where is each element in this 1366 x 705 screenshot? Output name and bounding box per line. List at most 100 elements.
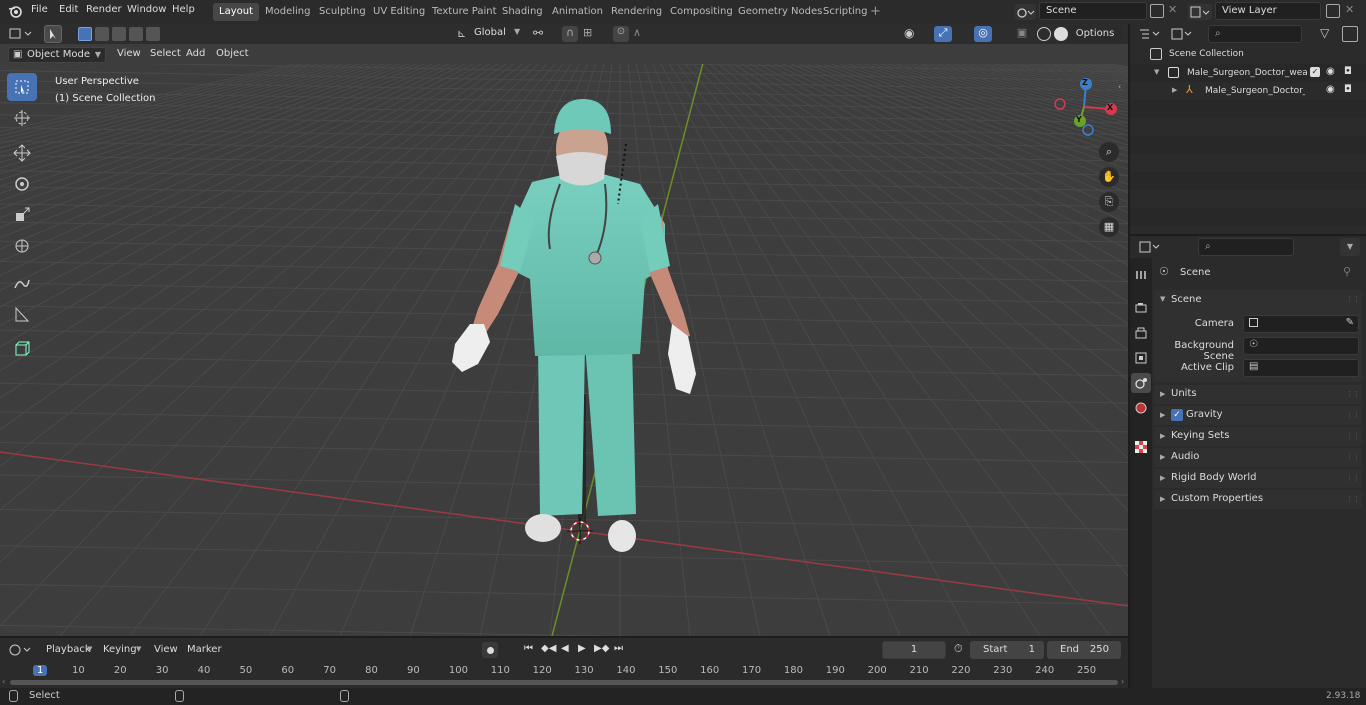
panel-rigid-body-world[interactable]: ▶ Rigid Body World ⋮⋮ bbox=[1154, 469, 1362, 488]
sidebar-toggle-icon[interactable]: ‹ bbox=[1118, 82, 1121, 91]
eyedropper-icon[interactable]: ✎ bbox=[1346, 317, 1354, 328]
menu-render[interactable]: Render bbox=[86, 4, 122, 15]
timeline-menu-view[interactable]: View bbox=[154, 644, 178, 655]
tab-texture-paint[interactable]: Texture Paint bbox=[426, 3, 503, 21]
view-layer-properties-tab-icon[interactable] bbox=[1131, 348, 1151, 368]
select-mode-intersect-icon[interactable] bbox=[146, 27, 160, 41]
timeline-scroll-left-icon[interactable]: ‹ bbox=[2, 677, 5, 686]
record-keyframe-icon[interactable] bbox=[482, 642, 498, 658]
current-frame-field[interactable]: 1 bbox=[882, 641, 946, 659]
gizmo-x-label[interactable]: X bbox=[1107, 103, 1113, 112]
render-properties-tab-icon[interactable] bbox=[1131, 298, 1151, 318]
scene-close-icon[interactable]: ✕ bbox=[1168, 3, 1177, 16]
drag-handle-icon[interactable]: ⋮⋮ bbox=[1346, 390, 1360, 398]
play-reverse-icon[interactable]: ◀ bbox=[561, 643, 569, 654]
tool-cursor-icon[interactable] bbox=[7, 104, 37, 132]
start-frame-field[interactable]: Start 1 bbox=[970, 641, 1044, 659]
snap-icon[interactable]: ∩ bbox=[562, 26, 578, 42]
new-collection-icon[interactable] bbox=[1342, 26, 1358, 42]
scene-properties-tab-icon[interactable] bbox=[1131, 373, 1151, 393]
view-layer-name-field[interactable]: View Layer bbox=[1215, 2, 1321, 20]
proportional-edit-icon[interactable]: ⊙ bbox=[613, 26, 629, 42]
menu-help[interactable]: Help bbox=[172, 4, 195, 15]
active-clip-field[interactable]: ▤ bbox=[1243, 359, 1359, 377]
scene-name-field[interactable]: Scene bbox=[1039, 2, 1147, 20]
zoom-icon[interactable]: ⌕ bbox=[1099, 142, 1119, 162]
editor-type-icon[interactable] bbox=[8, 26, 36, 42]
scene-collection-label[interactable]: Scene Collection bbox=[1169, 49, 1244, 59]
viewport-menu-add[interactable]: Add bbox=[186, 48, 205, 59]
tab-sculpting[interactable]: Sculpting bbox=[313, 3, 372, 21]
play-icon[interactable]: ▶ bbox=[578, 643, 586, 654]
object-label[interactable]: Male_Surgeon_Doctor_w bbox=[1205, 86, 1305, 96]
overlay-toggle-icon[interactable]: ◎ bbox=[974, 26, 992, 42]
jump-end-icon[interactable]: ⏭ bbox=[614, 643, 623, 654]
tab-shading[interactable]: Shading bbox=[496, 3, 549, 21]
shading-solid-icon[interactable] bbox=[1054, 27, 1068, 41]
gizmo-z-label[interactable]: Z bbox=[1082, 78, 1088, 87]
falloff-icon[interactable]: ∧ bbox=[633, 26, 641, 39]
drag-handle-icon[interactable]: ⋮⋮ bbox=[1346, 474, 1360, 482]
viewport-menu-object[interactable]: Object bbox=[216, 48, 249, 59]
stopwatch-icon[interactable]: ⏱ bbox=[954, 642, 963, 656]
tab-modeling[interactable]: Modeling bbox=[259, 3, 317, 21]
collection-render-icon[interactable]: ◘ bbox=[1344, 66, 1352, 77]
tool-select-box-icon[interactable] bbox=[7, 73, 37, 101]
object-mode-dropdown[interactable]: ▣ Object Mode ▼ bbox=[8, 47, 106, 63]
gizmo-y-label[interactable]: Y bbox=[1076, 115, 1082, 124]
tool-properties-tab-icon[interactable] bbox=[1131, 265, 1151, 285]
select-mode-subtract-icon[interactable] bbox=[112, 27, 126, 41]
panel-keying-sets[interactable]: ▶ Keying Sets ⋮⋮ bbox=[1154, 427, 1362, 446]
tab-animation[interactable]: Animation bbox=[546, 3, 609, 21]
drag-handle-icon[interactable]: ⋮⋮ bbox=[1346, 295, 1360, 303]
menu-file[interactable]: File bbox=[31, 4, 48, 15]
outliner-search-input[interactable]: ⌕ bbox=[1208, 25, 1302, 43]
shading-wireframe-icon[interactable] bbox=[1037, 27, 1051, 41]
collection-include-checkbox[interactable]: ✓ bbox=[1310, 67, 1320, 77]
timeline-ruler[interactable]: 1 10 20 30 40 50 60 70 80 90 100 110 120 130 140 150 160… bbox=[0, 662, 1128, 682]
jump-start-icon[interactable]: ⏮ bbox=[524, 643, 533, 654]
transform-orientation-icon[interactable]: ⊾ bbox=[457, 27, 466, 40]
camera-field[interactable]: ✎ bbox=[1243, 315, 1359, 333]
tab-rendering[interactable]: Rendering bbox=[605, 3, 668, 21]
tool-annotate-icon[interactable] bbox=[7, 269, 37, 297]
display-mode-icon[interactable] bbox=[1170, 26, 1196, 42]
properties-search-input[interactable]: ⌕ bbox=[1198, 238, 1294, 256]
select-tool-icon[interactable] bbox=[44, 25, 62, 43]
texture-properties-tab-icon[interactable] bbox=[1131, 437, 1151, 457]
timeline-menu-marker[interactable]: Marker bbox=[187, 644, 222, 655]
world-properties-tab-icon[interactable] bbox=[1131, 398, 1151, 418]
pin-icon[interactable]: ⚲ bbox=[1343, 265, 1351, 278]
options-dropdown[interactable]: Options bbox=[1068, 25, 1122, 43]
filter-icon[interactable]: ▽ bbox=[1320, 26, 1329, 40]
expand-collection-icon[interactable]: ▼ bbox=[1154, 68, 1159, 76]
tool-rotate-icon[interactable] bbox=[7, 170, 37, 198]
tool-measure-icon[interactable] bbox=[7, 300, 37, 328]
output-properties-tab-icon[interactable] bbox=[1131, 323, 1151, 343]
object-render-icon[interactable]: ◘ bbox=[1344, 84, 1352, 95]
select-mode-new-icon[interactable] bbox=[78, 27, 92, 41]
collection-visibility-icon[interactable]: ◉ bbox=[1326, 66, 1335, 77]
select-mode-extend-icon[interactable] bbox=[95, 27, 109, 41]
tool-transform-icon[interactable] bbox=[7, 232, 37, 260]
timeline-scroll-right-icon[interactable]: › bbox=[1121, 677, 1124, 686]
select-mode-invert-icon[interactable] bbox=[129, 27, 143, 41]
jump-keyframe-forward-icon[interactable]: ▶◆ bbox=[594, 643, 609, 654]
visibility-icon[interactable]: ◉ bbox=[904, 26, 914, 40]
outliner-editor-type-icon[interactable] bbox=[1138, 26, 1164, 42]
gravity-checkbox[interactable]: ✓ bbox=[1171, 409, 1183, 421]
panel-units[interactable]: ▶ Units ⋮⋮ bbox=[1154, 385, 1362, 404]
timeline-editor-type-icon[interactable] bbox=[8, 642, 36, 658]
scene-copy-icon[interactable] bbox=[1150, 4, 1164, 18]
drag-handle-icon[interactable]: ⋮⋮ bbox=[1346, 453, 1360, 461]
viewport-menu-view[interactable]: View bbox=[117, 48, 141, 59]
object-visibility-icon[interactable]: ◉ bbox=[1326, 84, 1335, 95]
timeline-menu-keying[interactable]: Keying bbox=[103, 644, 137, 655]
view-layer-copy-icon[interactable] bbox=[1326, 4, 1340, 18]
tool-scale-icon[interactable] bbox=[7, 201, 37, 229]
3d-viewport[interactable]: User Perspective (1) Scene Collection Z … bbox=[0, 44, 1128, 636]
tool-add-cube-icon[interactable] bbox=[7, 335, 37, 363]
tool-move-icon[interactable] bbox=[7, 139, 37, 167]
drag-handle-icon[interactable]: ⋮⋮ bbox=[1346, 411, 1360, 419]
expand-object-icon[interactable]: ▶ bbox=[1172, 86, 1177, 94]
